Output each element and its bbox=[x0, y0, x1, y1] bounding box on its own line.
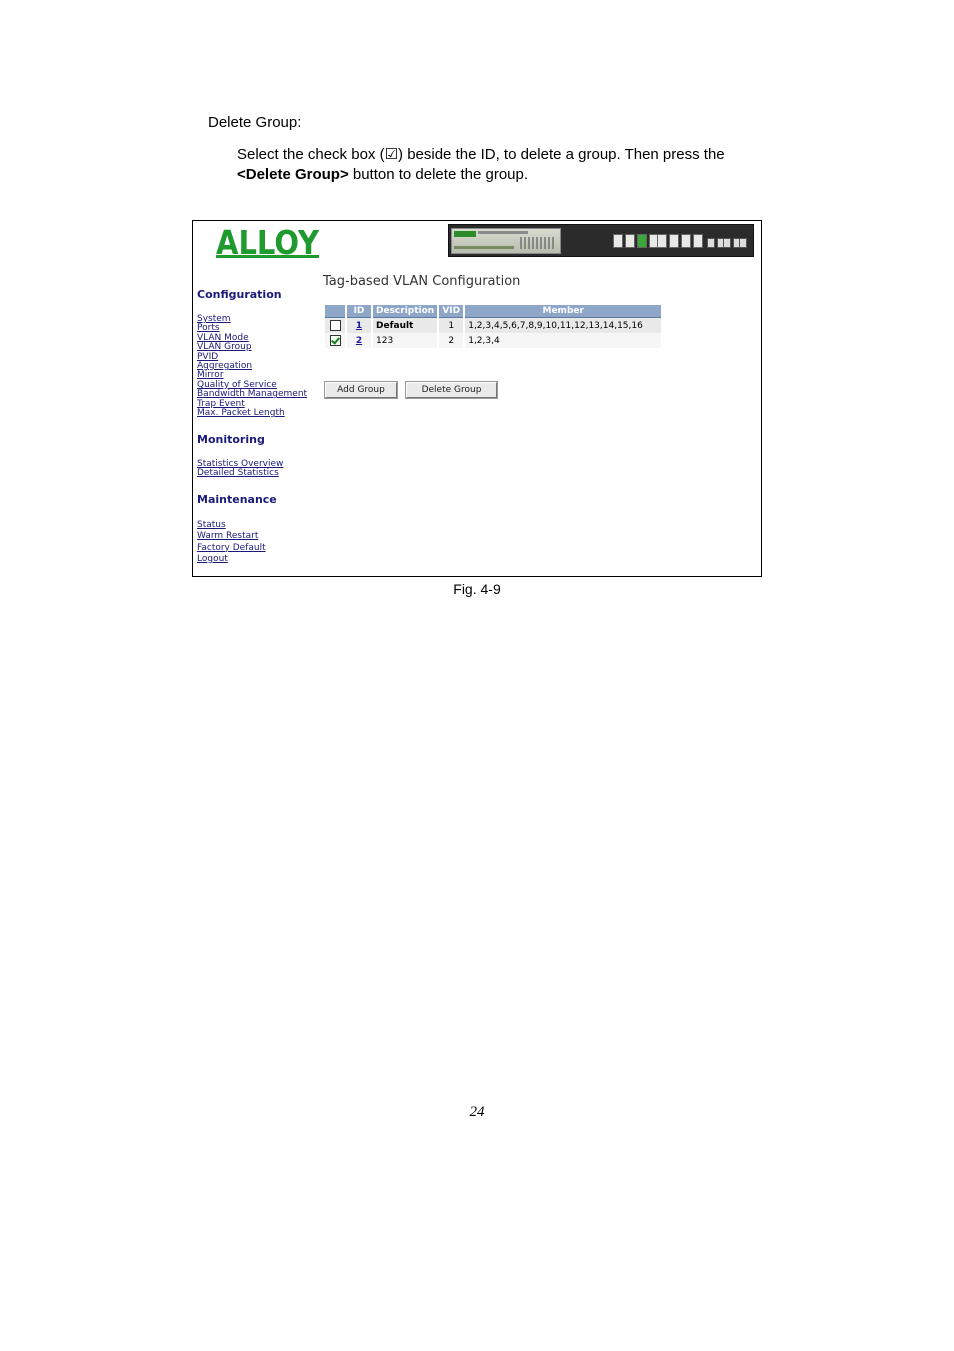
instruction-paragraph: Select the check box (☑) beside the ID, … bbox=[237, 144, 777, 185]
sidebar-item-warm-restart[interactable]: Warm Restart bbox=[197, 531, 258, 541]
header-description: Description bbox=[373, 305, 438, 318]
page-title: Tag-based VLAN Configuration bbox=[323, 274, 521, 289]
port-group-1 bbox=[613, 234, 659, 248]
port-icon bbox=[693, 234, 703, 248]
switch-web-ui-screenshot: ALLOY Configuration System Ports VLAN Mo… bbox=[192, 220, 762, 577]
group-description: Default bbox=[373, 318, 438, 333]
sidebar-heading-monitoring: Monitoring bbox=[197, 433, 265, 446]
page-number: 24 bbox=[469, 1104, 485, 1120]
sidebar-maintenance-list: Status Warm Restart Factory Default Logo… bbox=[197, 520, 266, 565]
group-members: 1,2,3,4,5,6,7,8,9,10,11,12,13,14,15,16 bbox=[465, 318, 662, 333]
sfp-ports-3 bbox=[739, 238, 747, 248]
add-group-button[interactable]: Add Group bbox=[325, 382, 397, 398]
para-text-middle: ) beside the ID, to delete a group. Then… bbox=[398, 146, 725, 163]
banner-mini-logo bbox=[454, 231, 476, 237]
banner-stripe bbox=[454, 246, 514, 249]
sidebar-item-logout[interactable]: Logout bbox=[197, 554, 228, 564]
table-header-row: ID Description VID Member bbox=[325, 305, 662, 318]
sidebar-configuration-list: System Ports VLAN Mode VLAN Group PVID A… bbox=[197, 314, 307, 418]
port-icon bbox=[669, 234, 679, 248]
row-select-checkbox[interactable] bbox=[329, 320, 341, 331]
port-icon bbox=[613, 234, 623, 248]
group-vid: 2 bbox=[439, 333, 464, 348]
table-row: 2 123 2 1,2,3,4 bbox=[325, 333, 662, 348]
header-member: Member bbox=[465, 305, 662, 318]
logo-text: ALLOY bbox=[216, 224, 320, 259]
group-id-link[interactable]: 2 bbox=[356, 336, 362, 346]
port-icon bbox=[681, 234, 691, 248]
port-icon bbox=[625, 234, 635, 248]
sfp-port-icon bbox=[723, 238, 731, 248]
sfp-port-icon bbox=[739, 238, 747, 248]
sidebar-item-max-packet-length[interactable]: Max. Packet Length bbox=[197, 408, 285, 418]
banner-model-text bbox=[478, 231, 528, 234]
para-text-end: button to delete the group. bbox=[348, 166, 529, 183]
row-select-checkbox-checked[interactable] bbox=[329, 335, 341, 346]
sfp-port-icon bbox=[707, 238, 715, 248]
delete-group-button[interactable]: Delete Group bbox=[406, 382, 497, 398]
port-icon bbox=[657, 234, 667, 248]
figure-caption: Fig. 4-9 bbox=[453, 581, 501, 597]
checkbox-checked-icon: ☑ bbox=[384, 145, 399, 163]
banner-led-array bbox=[520, 237, 556, 249]
vlan-group-table: ID Description VID Member 1 Default 1 1,… bbox=[323, 305, 663, 348]
header-vid: VID bbox=[439, 305, 464, 318]
logo-underline bbox=[216, 255, 319, 258]
switch-front-panel-banner bbox=[448, 224, 754, 257]
group-description: 123 bbox=[373, 333, 438, 348]
port-group-2 bbox=[657, 234, 703, 248]
sidebar-monitoring-list: Statistics Overview Detailed Statistics bbox=[197, 459, 283, 479]
alloy-logo: ALLOY bbox=[216, 224, 320, 259]
section-heading: Delete Group: bbox=[208, 114, 302, 131]
sidebar-item-factory-default[interactable]: Factory Default bbox=[197, 543, 266, 553]
sidebar-heading-configuration: Configuration bbox=[197, 288, 282, 301]
group-vid: 1 bbox=[439, 318, 464, 333]
group-members: 1,2,3,4 bbox=[465, 333, 662, 348]
header-select bbox=[325, 305, 345, 318]
banner-label-panel bbox=[451, 228, 561, 254]
delete-group-reference: <Delete Group> bbox=[237, 166, 349, 183]
port-active-icon bbox=[637, 234, 647, 248]
sidebar-heading-maintenance: Maintenance bbox=[197, 493, 277, 506]
sidebar-item-status[interactable]: Status bbox=[197, 520, 226, 530]
header-id: ID bbox=[347, 305, 371, 318]
table-row: 1 Default 1 1,2,3,4,5,6,7,8,9,10,11,12,1… bbox=[325, 318, 662, 333]
group-id-link[interactable]: 1 bbox=[356, 321, 362, 331]
sidebar-item-detailed-statistics[interactable]: Detailed Statistics bbox=[197, 468, 279, 478]
para-text-start: Select the check box ( bbox=[237, 146, 385, 163]
